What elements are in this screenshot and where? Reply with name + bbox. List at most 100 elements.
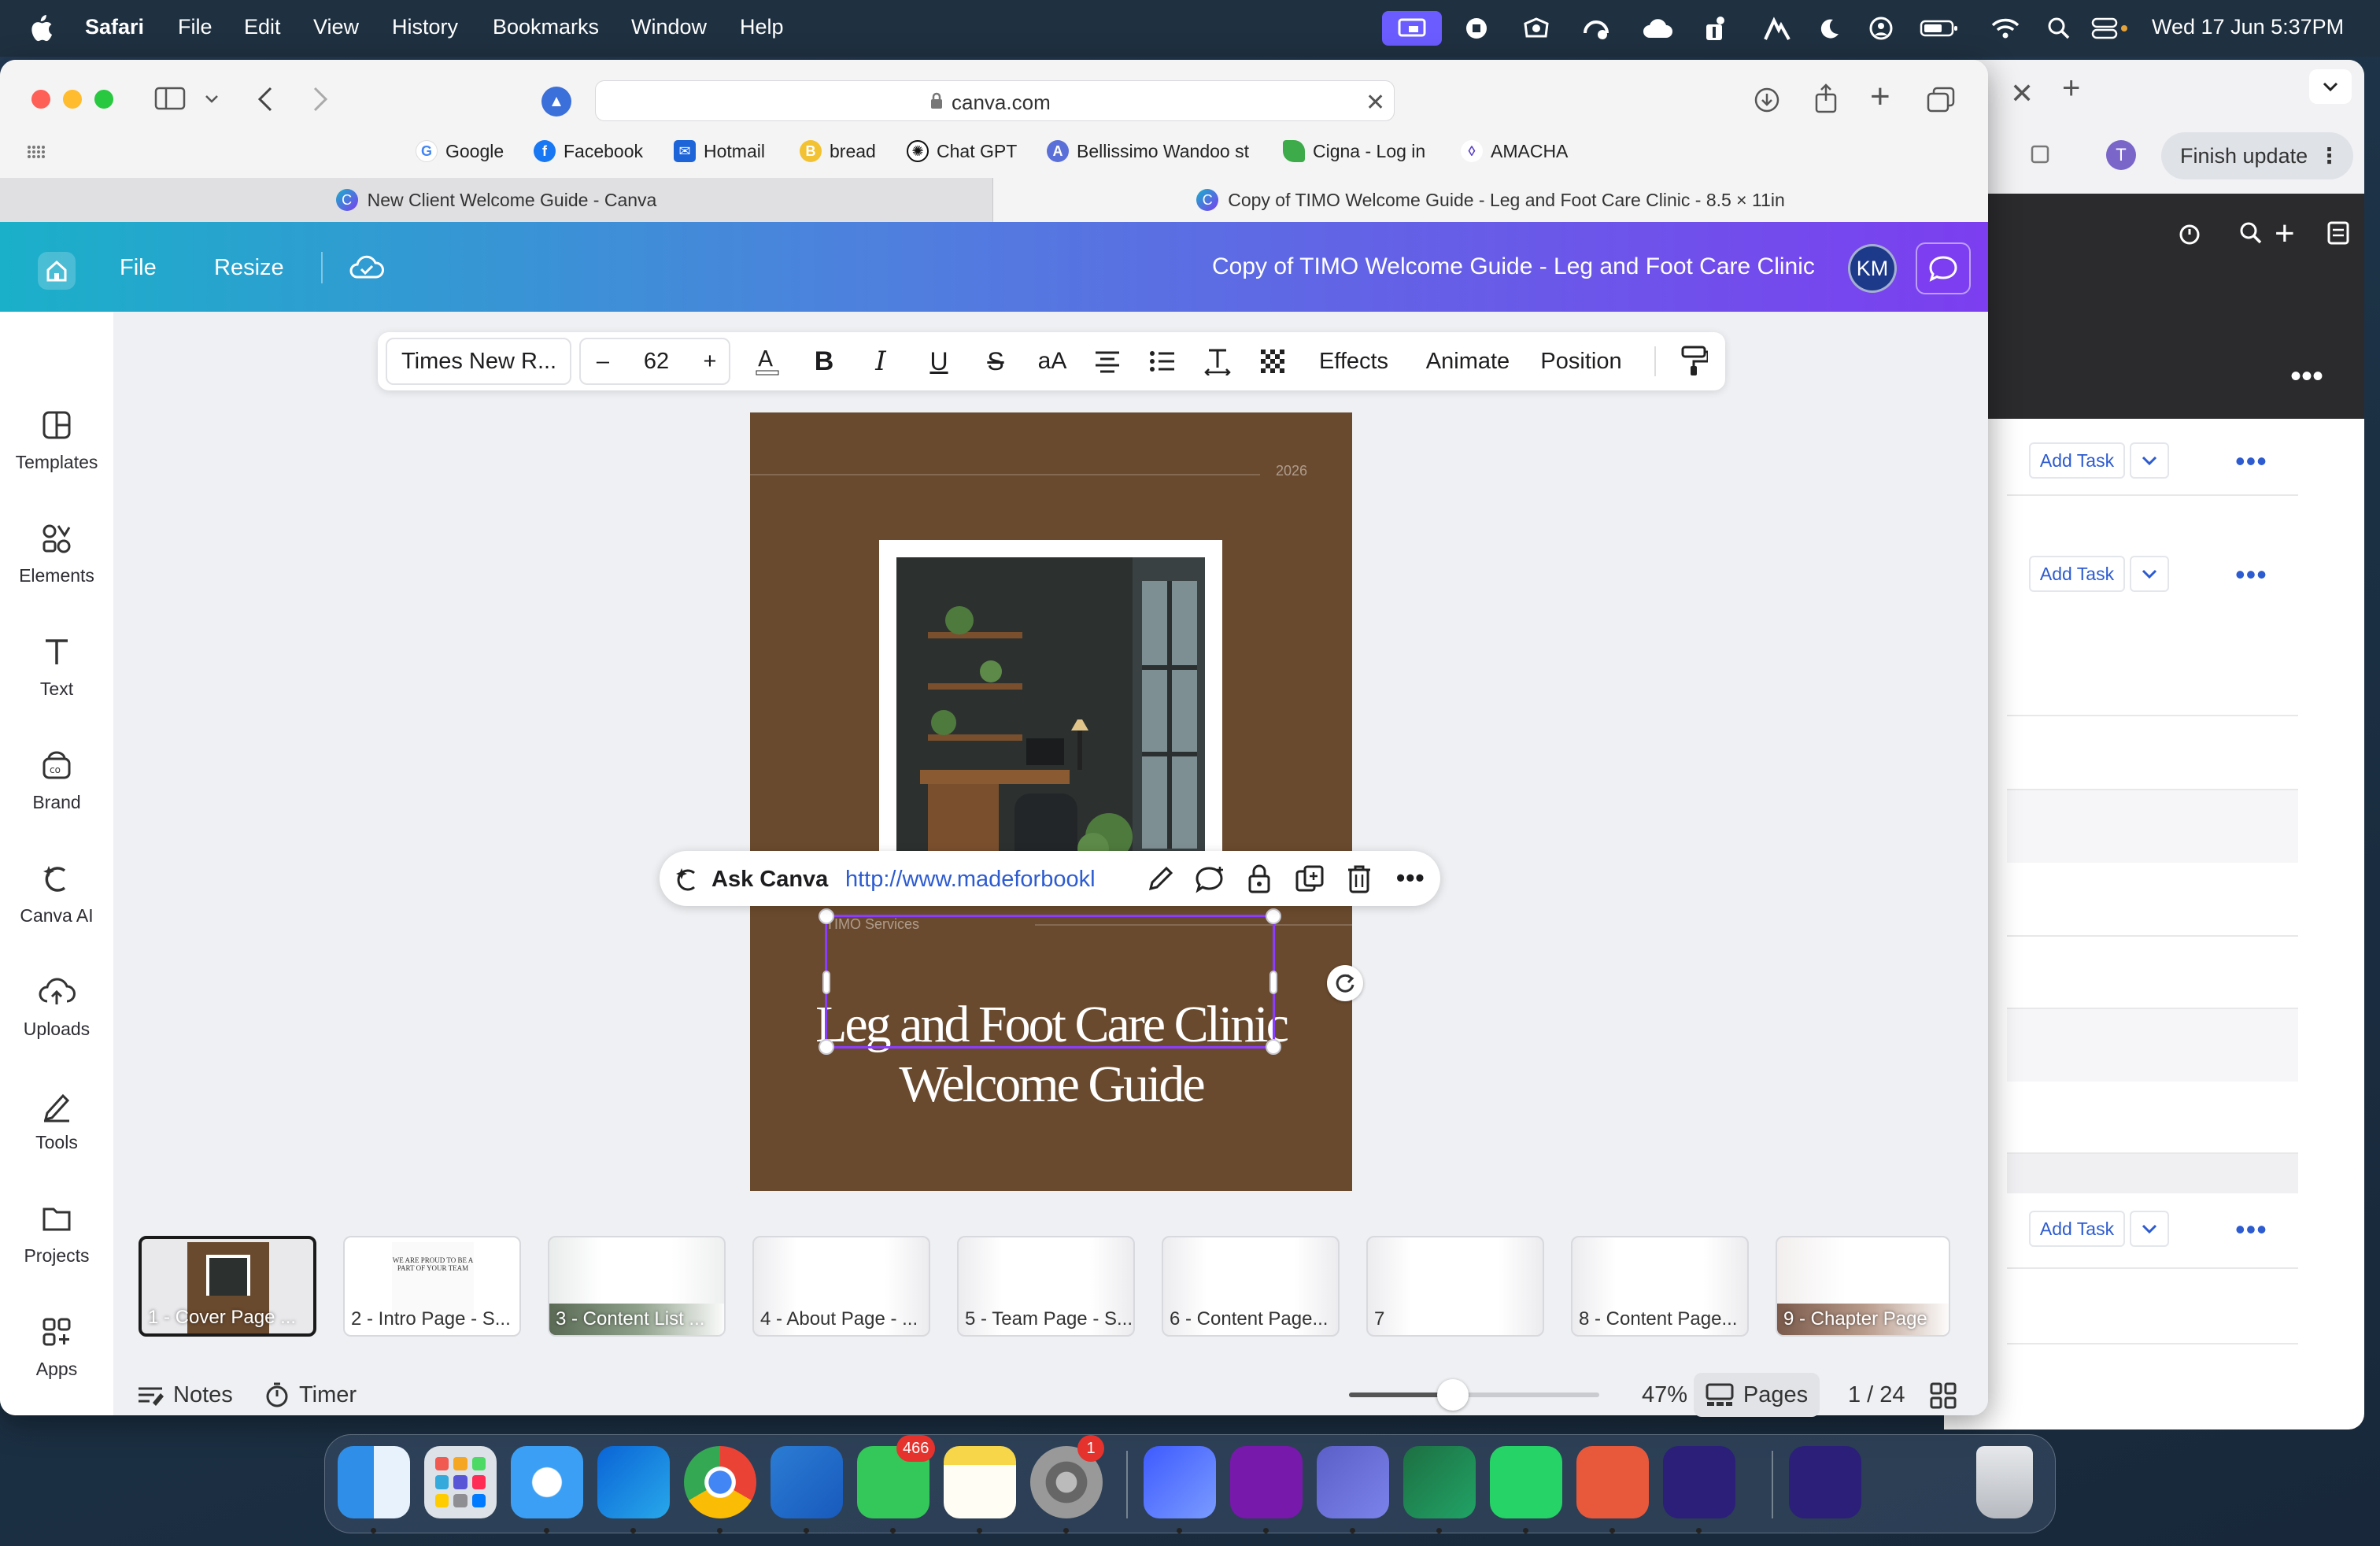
strikethrough-icon[interactable]: S xyxy=(974,332,1017,390)
menu-history[interactable]: History xyxy=(392,15,458,39)
bookmark-bread[interactable]: Bbread xyxy=(800,140,876,162)
sidebar-item-tools[interactable]: Tools xyxy=(0,1086,113,1153)
sidebar-toggle-icon[interactable] xyxy=(154,87,186,110)
text-color-icon[interactable]: A xyxy=(746,332,789,390)
pages-button[interactable]: Pages xyxy=(1694,1373,1820,1417)
add-task-button[interactable]: Add Task xyxy=(2029,556,2125,592)
design-page-cover[interactable]: 2026 Leg and Foot Care Clinic Welcome Gu… xyxy=(750,412,1352,1191)
italic-icon[interactable]: I xyxy=(859,332,902,390)
side-resize-handle[interactable] xyxy=(822,971,830,994)
page-thumbnail-5[interactable]: 5 - Team Page - S... xyxy=(957,1236,1135,1337)
edit-link-pencil-icon[interactable] xyxy=(1146,865,1174,893)
downloads-icon[interactable] xyxy=(1754,87,1780,113)
position-button[interactable]: Position xyxy=(1530,332,1632,390)
increase-font-size-button[interactable]: + xyxy=(688,339,732,383)
search-icon[interactable] xyxy=(2238,220,2264,246)
home-icon[interactable] xyxy=(38,252,76,290)
favorites-grid-icon[interactable] xyxy=(27,145,46,159)
vpn-icon[interactable] xyxy=(1580,13,1612,44)
tab-new-client-welcome-guide[interactable]: C New Client Welcome Guide - Canva xyxy=(0,178,993,222)
add-task-dropdown[interactable] xyxy=(2130,556,2169,592)
backup-icon[interactable] xyxy=(1521,13,1552,44)
sidebar-item-canva-ai[interactable]: Canva AI xyxy=(0,860,113,926)
teams-icon[interactable] xyxy=(1317,1446,1389,1518)
zoom-window-button[interactable] xyxy=(94,90,113,109)
bookmark-cigna[interactable]: Cigna - Log in xyxy=(1283,140,1425,162)
new-tab-icon[interactable]: + xyxy=(2062,71,2080,106)
add-task-dropdown[interactable] xyxy=(2130,442,2169,479)
task-more-icon[interactable]: ••• xyxy=(2235,560,2267,589)
page-thumbnail-3[interactable]: 3 - Content List ... xyxy=(548,1236,726,1337)
sidebar-item-apps[interactable]: Apps xyxy=(0,1313,113,1380)
share-icon[interactable] xyxy=(1813,83,1839,113)
close-tab-icon[interactable]: ✕ xyxy=(2010,77,2034,110)
office-photo-image[interactable] xyxy=(896,557,1205,871)
sidebar-item-elements[interactable]: Elements xyxy=(0,520,113,586)
delete-trash-icon[interactable] xyxy=(1346,864,1373,893)
more-horizontal-icon[interactable]: ••• xyxy=(2290,361,2323,392)
copy-style-paint-roller-icon[interactable] xyxy=(1670,332,1717,390)
excel-icon[interactable] xyxy=(1403,1446,1476,1518)
new-tab-icon[interactable]: + xyxy=(1870,77,1890,117)
duplicate-icon[interactable] xyxy=(1295,865,1325,893)
teams-icon[interactable] xyxy=(1702,13,1733,44)
effects-button[interactable]: Effects xyxy=(1305,332,1402,390)
record-icon[interactable] xyxy=(1461,13,1492,44)
tab-overview-icon[interactable] xyxy=(1927,87,1955,113)
timer-icon[interactable] xyxy=(2177,220,2202,246)
cloud-saved-icon[interactable] xyxy=(349,253,384,280)
chrome-icon[interactable] xyxy=(684,1446,756,1518)
animate-button[interactable]: Animate xyxy=(1417,332,1519,390)
task-more-icon[interactable]: ••• xyxy=(2235,447,2267,475)
finder-icon[interactable] xyxy=(338,1446,410,1518)
spotlight-search-icon[interactable] xyxy=(2043,13,2075,44)
outlook-icon[interactable] xyxy=(597,1446,670,1518)
page-thumbnail-6[interactable]: 6 - Content Page... xyxy=(1162,1236,1340,1337)
sidebar-item-templates[interactable]: Templates xyxy=(0,406,113,473)
notes-app-icon[interactable] xyxy=(944,1446,1016,1518)
page-counter[interactable]: 1 / 24 xyxy=(1848,1382,1905,1408)
add-task-button[interactable]: Add Task xyxy=(2029,1211,2125,1247)
grid-view-icon[interactable] xyxy=(1930,1382,1957,1409)
menu-help[interactable]: Help xyxy=(740,15,784,39)
bullet-list-icon[interactable] xyxy=(1141,332,1184,390)
address-bar[interactable]: canva.com ✕ xyxy=(595,80,1395,121)
page-thumbnail-9[interactable]: 9 - Chapter Page xyxy=(1776,1236,1950,1337)
finish-update-button[interactable]: Finish update ⋮ xyxy=(2161,132,2353,179)
moon-icon[interactable] xyxy=(1813,13,1845,44)
word-icon[interactable] xyxy=(771,1446,843,1518)
comments-icon[interactable] xyxy=(1916,242,1971,294)
transparency-icon[interactable] xyxy=(1251,332,1294,390)
menu-view[interactable]: View xyxy=(313,15,359,39)
menu-bookmarks[interactable]: Bookmarks xyxy=(493,15,599,39)
menu-file[interactable]: File xyxy=(178,15,213,39)
safari-icon[interactable] xyxy=(511,1446,583,1518)
zoom-slider[interactable] xyxy=(1349,1379,1599,1411)
apple-icon[interactable] xyxy=(25,13,57,44)
minimize-window-button[interactable] xyxy=(63,90,82,109)
notes-button[interactable]: Notes xyxy=(137,1373,233,1417)
add-icon[interactable]: + xyxy=(2275,214,2295,253)
page-thumbnail-4[interactable]: 4 - About Page - ... xyxy=(752,1236,930,1337)
task-row[interactable] xyxy=(2007,1009,2298,1082)
launchpad-icon[interactable] xyxy=(424,1446,497,1518)
grok-document-icon[interactable] xyxy=(1789,1446,1861,1518)
user-circle-icon[interactable] xyxy=(1865,13,1897,44)
resize-handle[interactable] xyxy=(1266,908,1281,924)
sidebar-item-uploads[interactable]: Uploads xyxy=(0,973,113,1040)
resize-handle[interactable] xyxy=(819,908,834,924)
font-family-dropdown[interactable]: Times New R... xyxy=(386,338,571,385)
battery-icon[interactable] xyxy=(1919,13,1960,44)
page-thumbnail-8[interactable]: 8 - Content Page... xyxy=(1571,1236,1749,1337)
year-text[interactable]: 2026 xyxy=(1276,463,1307,479)
resize-handle[interactable] xyxy=(1266,1039,1281,1055)
extension-compass-icon[interactable] xyxy=(541,87,571,117)
menu-edit[interactable]: Edit xyxy=(244,15,281,39)
ask-canva-button[interactable]: Ask Canva xyxy=(711,867,828,893)
clear-address-icon[interactable]: ✕ xyxy=(1366,89,1385,117)
profile-avatar[interactable]: T xyxy=(2106,140,2136,170)
bookmark-google[interactable]: G Google xyxy=(416,140,504,162)
control-center-icon[interactable] xyxy=(2090,13,2130,44)
menu-window[interactable]: Window xyxy=(631,15,707,39)
text-selection-box[interactable] xyxy=(819,908,1281,1055)
